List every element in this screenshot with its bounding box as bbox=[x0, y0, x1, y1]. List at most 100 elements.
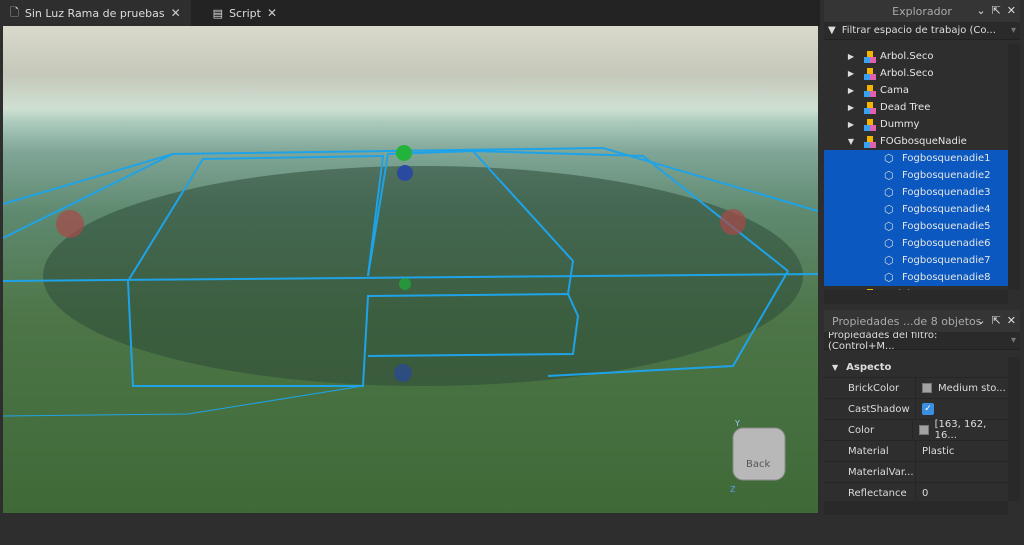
property-name: Color bbox=[824, 420, 914, 440]
explorer-filter-input[interactable]: ▼ Filtrar espacio de trabajo (Co... ▾ bbox=[824, 22, 1020, 40]
property-value[interactable]: Medium sto... bbox=[938, 383, 1006, 394]
item-label: Fogbosquenadie3 bbox=[902, 187, 991, 198]
tab-place[interactable]: 🗋 Sin Luz Rama de pruebas ✕ bbox=[0, 0, 191, 26]
section-aspecto[interactable]: ▼ Aspecto bbox=[824, 357, 1008, 378]
collapse-icon: ▼ bbox=[832, 362, 839, 372]
tab-label: Sin Luz Rama de pruebas bbox=[24, 6, 165, 20]
property-row[interactable]: Material Plastic bbox=[824, 441, 1008, 462]
properties-vscrollbar[interactable] bbox=[1008, 357, 1020, 501]
explorer-item[interactable]: ⬡ Fogbosquenadie1 bbox=[824, 150, 1008, 167]
view-cube bbox=[732, 427, 786, 481]
part-icon: ⬡ bbox=[884, 151, 894, 165]
property-row[interactable]: Color [163, 162, 16... bbox=[824, 419, 1008, 441]
explorer-item[interactable]: ▼ FOGbosqueNadie bbox=[824, 133, 1008, 150]
explorer-tree: ▶ Arbol.Seco ▶ Arbol.Seco ▶ Cama ▶ Dead Tree ▶ Du… bbox=[824, 44, 1008, 290]
explorer-item[interactable]: ▶ Cama bbox=[824, 82, 1008, 99]
properties-hscrollbar[interactable] bbox=[824, 501, 1008, 515]
collapse-arrow-icon[interactable]: ▼ bbox=[846, 137, 856, 146]
explorer-item[interactable]: ⬡ Fogbosquenadie8 bbox=[824, 269, 1008, 286]
section-label: Aspecto bbox=[846, 361, 892, 373]
model-icon bbox=[864, 118, 876, 131]
property-name: Material bbox=[824, 441, 916, 461]
item-label: Fogbosquenadie2 bbox=[902, 170, 991, 181]
item-label: Arbol.Seco bbox=[880, 51, 934, 62]
script-icon: ▤ bbox=[212, 6, 224, 20]
explorer-header: Explorador ⌄ ⇱ ✕ bbox=[824, 0, 1020, 22]
properties-filter-input[interactable]: Propiedades del filtro: (Control+M... ▾ bbox=[824, 329, 1020, 352]
property-row[interactable]: CastShadow ✓ bbox=[824, 399, 1008, 420]
explorer-item[interactable]: ⬡ Fogbosquenadie3 bbox=[824, 184, 1008, 201]
item-label: Fogbosquenadie7 bbox=[902, 255, 991, 266]
property-row[interactable]: MaterialVar... bbox=[824, 462, 1008, 483]
chevron-down-icon[interactable]: ⌄ bbox=[976, 314, 985, 327]
property-value[interactable]: [163, 162, 16... bbox=[935, 419, 1008, 441]
scene: Y Z Back bbox=[3, 145, 818, 494]
part-icon: ⬡ bbox=[884, 236, 894, 250]
close-icon[interactable]: ✕ bbox=[267, 6, 277, 20]
3d-viewport[interactable]: Y Z Back bbox=[3, 26, 818, 513]
close-icon[interactable]: ✕ bbox=[1007, 314, 1016, 327]
explorer-item[interactable]: ▶ Dummy bbox=[824, 116, 1008, 133]
part-icon: ⬡ bbox=[884, 253, 894, 267]
item-label: Cama bbox=[880, 85, 909, 96]
tab-label: Script bbox=[229, 6, 261, 20]
explorer-item[interactable]: ▶ Arbol.Seco bbox=[824, 65, 1008, 82]
property-name: CastShadow bbox=[824, 399, 916, 419]
part-icon: ⬡ bbox=[884, 219, 894, 233]
filter-icon: ▼ bbox=[828, 25, 836, 36]
axis-y-label: Y bbox=[734, 419, 740, 428]
item-label: Fogbosquenadie4 bbox=[902, 204, 991, 215]
explorer-item[interactable]: ⬡ Fogbosquenadie2 bbox=[824, 167, 1008, 184]
model-icon bbox=[864, 50, 876, 63]
close-icon[interactable]: ✕ bbox=[1007, 4, 1016, 17]
item-label: Dummy bbox=[880, 119, 920, 130]
explorer-item[interactable]: ⬡ Fogbosquenadie7 bbox=[824, 252, 1008, 269]
item-label: Arbol.Seco bbox=[880, 68, 934, 79]
expand-arrow-icon[interactable]: ▶ bbox=[846, 86, 856, 95]
view-cube-label: Back bbox=[746, 459, 770, 470]
place-icon: 🗋 bbox=[10, 5, 19, 19]
expand-arrow-icon[interactable]: ▶ bbox=[846, 120, 856, 129]
property-value[interactable]: 0 bbox=[922, 488, 928, 499]
tab-script[interactable]: ▤ Script ✕ bbox=[203, 0, 287, 26]
expand-arrow-icon[interactable]: ▶ bbox=[846, 103, 856, 112]
dropdown-icon[interactable]: ▾ bbox=[1011, 335, 1016, 346]
explorer-vscrollbar[interactable] bbox=[1008, 44, 1020, 290]
filter-placeholder: Propiedades del filtro: (Control+M... bbox=[828, 329, 938, 352]
handle-green bbox=[396, 145, 412, 161]
checkbox[interactable]: ✓ bbox=[922, 403, 934, 415]
filter-placeholder: Filtrar espacio de trabajo (Co... bbox=[841, 25, 996, 36]
explorer-item[interactable]: ⬡ Fogbosquenadie5 bbox=[824, 218, 1008, 235]
explorer-hscrollbar[interactable] bbox=[824, 290, 1008, 304]
property-row[interactable]: BrickColor Medium sto... bbox=[824, 378, 1008, 399]
explorer-item[interactable]: ▶ Arbol.Seco bbox=[824, 48, 1008, 65]
undock-icon[interactable]: ⇱ bbox=[992, 314, 1001, 327]
property-value[interactable]: Plastic bbox=[922, 446, 954, 457]
item-label: Fogbosquenadie5 bbox=[902, 221, 991, 232]
chevron-down-icon[interactable]: ⌄ bbox=[976, 4, 985, 17]
part-icon: ⬡ bbox=[884, 168, 894, 182]
panel-title: Explorador bbox=[892, 4, 952, 18]
expand-arrow-icon[interactable]: ▶ bbox=[846, 69, 856, 78]
handle-red bbox=[720, 209, 746, 235]
part-icon: ⬡ bbox=[884, 185, 894, 199]
properties-list: ▼ Aspecto BrickColor Medium sto... CastSha… bbox=[824, 357, 1008, 504]
item-label: Fogbosquenadie1 bbox=[902, 153, 991, 164]
color-swatch bbox=[922, 383, 932, 393]
part-icon: ⬡ bbox=[884, 202, 894, 216]
explorer-item[interactable]: ⬡ Fogbosquenadie4 bbox=[824, 201, 1008, 218]
property-name: Reflectance bbox=[824, 483, 916, 503]
explorer-item[interactable]: ⬡ Fogbosquenadie6 bbox=[824, 235, 1008, 252]
model-icon bbox=[864, 67, 876, 80]
item-label: FOGbosqueNadie bbox=[880, 136, 967, 147]
axis-z-label: Z bbox=[730, 485, 736, 494]
properties-header: Propiedades ...de 8 objetos ⌄ ⇱ ✕ bbox=[824, 310, 1020, 332]
property-name: MaterialVar... bbox=[824, 462, 916, 482]
expand-arrow-icon[interactable]: ▶ bbox=[846, 52, 856, 61]
handle-blue bbox=[394, 364, 412, 382]
dropdown-icon[interactable]: ▾ bbox=[1011, 25, 1016, 36]
tab-bar: 🗋 Sin Luz Rama de pruebas ✕ ▤ Script ✕ bbox=[0, 0, 820, 26]
close-icon[interactable]: ✕ bbox=[171, 6, 181, 20]
explorer-item[interactable]: ▶ Dead Tree bbox=[824, 99, 1008, 116]
undock-icon[interactable]: ⇱ bbox=[992, 4, 1001, 17]
